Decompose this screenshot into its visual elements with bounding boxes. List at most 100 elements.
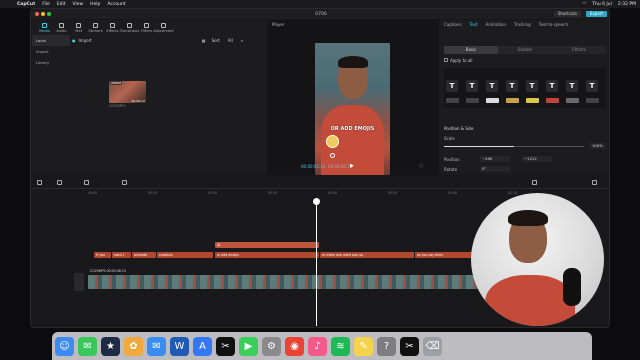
cover-button[interactable] [74,273,84,291]
split-icon[interactable] [84,180,89,185]
text-preset-swatch[interactable] [526,98,539,103]
text-preset-swatch[interactable] [486,98,499,103]
text-preset[interactable]: T [506,80,518,92]
playhead[interactable] [316,198,317,326]
import-button[interactable]: Import [79,38,92,43]
close-window-button[interactable] [35,12,39,16]
finder-icon[interactable]: ☺ [55,336,74,356]
emoji-sticker[interactable]: 😊 [326,135,339,148]
text-preset[interactable]: T [466,80,478,92]
shortcuts-button[interactable]: Shortcuts [553,11,581,17]
caption-clip[interactable]: want t [112,252,131,258]
mail-icon[interactable]: ✉ [147,336,166,356]
notes-icon[interactable]: ✎ [354,336,373,356]
text-preset[interactable]: T [566,80,578,92]
text-preset[interactable]: T [446,80,458,92]
caption-clip[interactable]: animate [132,252,156,258]
position-y-field[interactable]: −1012 [522,156,552,162]
facetime-icon[interactable]: ▶ [239,336,258,356]
rotate-handle-icon[interactable] [330,153,335,158]
settings-icon[interactable]: ⚙ [262,336,281,356]
text-preset[interactable]: T [546,80,558,92]
zoom-in-icon[interactable] [592,180,597,185]
subtab-bubble[interactable]: Bubble [498,46,552,54]
video-track[interactable]: CO2SMPS 00:00:06:15 [88,269,478,289]
text-preset-swatch[interactable] [506,98,519,103]
tab-effects[interactable]: Effects [104,20,121,34]
tab-captions[interactable]: Captions [444,22,462,27]
word-icon[interactable]: W [170,336,189,356]
subtab-effects[interactable]: Effects [552,46,606,54]
scale-slider[interactable] [444,146,584,147]
zoom-out-icon[interactable] [532,180,537,185]
capcut-icon[interactable]: ✂ [216,336,235,356]
select-tool-icon[interactable] [37,180,42,185]
menu-file[interactable]: File [42,2,50,7]
caption-overlay[interactable]: OR ADD EMOJIS [315,126,390,132]
text-preset-swatch[interactable] [446,98,459,103]
menu-time[interactable]: 2:32 PM [618,2,636,7]
tab-animation[interactable]: Animation [486,22,506,27]
caption-clip[interactable]: or make one word pop up [320,252,414,258]
chrome-icon[interactable]: ◉ [285,336,304,356]
caption-clip[interactable]: If you [94,252,111,258]
menu-date[interactable]: Thu 6 Jul [592,2,612,7]
playhead-handle[interactable] [313,198,320,205]
appstore-icon[interactable]: A [193,336,212,356]
tab-text[interactable]: Text [70,20,87,34]
photos-icon[interactable]: ✿ [124,336,143,356]
delete-icon[interactable] [122,180,127,185]
menu-account[interactable]: Account [107,2,125,7]
menu-view[interactable]: View [72,2,83,7]
menu-help[interactable]: Help [90,2,100,7]
caption-clip[interactable]: as you say them [415,252,477,258]
text-preset[interactable]: T [526,80,538,92]
sticker-clip[interactable]: 😊 [215,242,319,248]
undo-icon[interactable] [57,180,62,185]
play-icon[interactable]: ▶ [350,163,354,169]
text-preset-swatch[interactable] [546,98,559,103]
spotify-icon[interactable]: ≋ [331,336,350,356]
menu-app-name[interactable]: CapCut [17,2,35,7]
help-icon[interactable]: ? [377,336,396,356]
text-preset-swatch[interactable] [566,98,579,103]
trash-icon[interactable]: ⌫ [423,336,442,356]
text-preset[interactable]: T [586,80,598,92]
menu-edit[interactable]: Edit [57,2,66,7]
search-icon[interactable]: ⌕ [241,38,243,43]
fullscreen-icon[interactable]: ⛶ [420,163,423,168]
sidebar-item-library[interactable]: Library [32,57,70,68]
messages-icon[interactable]: ✉ [78,336,97,356]
grid-view-icon[interactable]: ▦ [202,38,206,43]
subtab-basic[interactable]: Basic [444,46,498,54]
tab-transitions[interactable]: Transitions [120,20,139,34]
wifi-icon[interactable]: ◠ [582,2,586,7]
position-x-field[interactable]: −490 [480,156,510,162]
caption-clip[interactable]: or add emojis [215,252,319,258]
text-preset-swatch[interactable] [466,98,479,103]
tab-text-to-speech[interactable]: Text-to-speech [539,22,568,27]
sidebar-item-local[interactable]: Local [32,35,70,46]
tab-media[interactable]: Media [36,20,53,34]
scale-value[interactable]: 100% [590,143,606,149]
text-preset[interactable]: T [486,80,498,92]
import-icon[interactable]: ● [72,38,76,43]
itunes-icon[interactable]: ♪ [308,336,327,356]
tab-text-props[interactable]: Text [470,22,478,27]
rotate-field[interactable]: 0° [480,166,510,172]
filter-all-button[interactable]: All [228,38,233,43]
sidebar-item-import[interactable]: Import [32,46,70,57]
tab-adjustment[interactable]: Adjustment [153,20,174,34]
zoom-window-button[interactable] [47,12,51,16]
clips-icon[interactable]: ★ [101,336,120,356]
text-preset-swatch[interactable] [586,98,599,103]
sort-button[interactable]: Sort [212,38,220,43]
minimize-window-button[interactable] [41,12,45,16]
tab-tracking[interactable]: Tracking [514,22,531,27]
caption-clip[interactable]: captions [157,252,213,258]
media-thumbnail[interactable]: Added 00:00:12 [109,81,146,103]
tab-audio[interactable]: Audio [53,20,70,34]
apply-all-checkbox[interactable]: Apply to all [444,58,473,63]
video-preview[interactable]: OR ADD EMOJIS 😊 [315,43,390,175]
export-button[interactable]: Export [585,11,607,17]
